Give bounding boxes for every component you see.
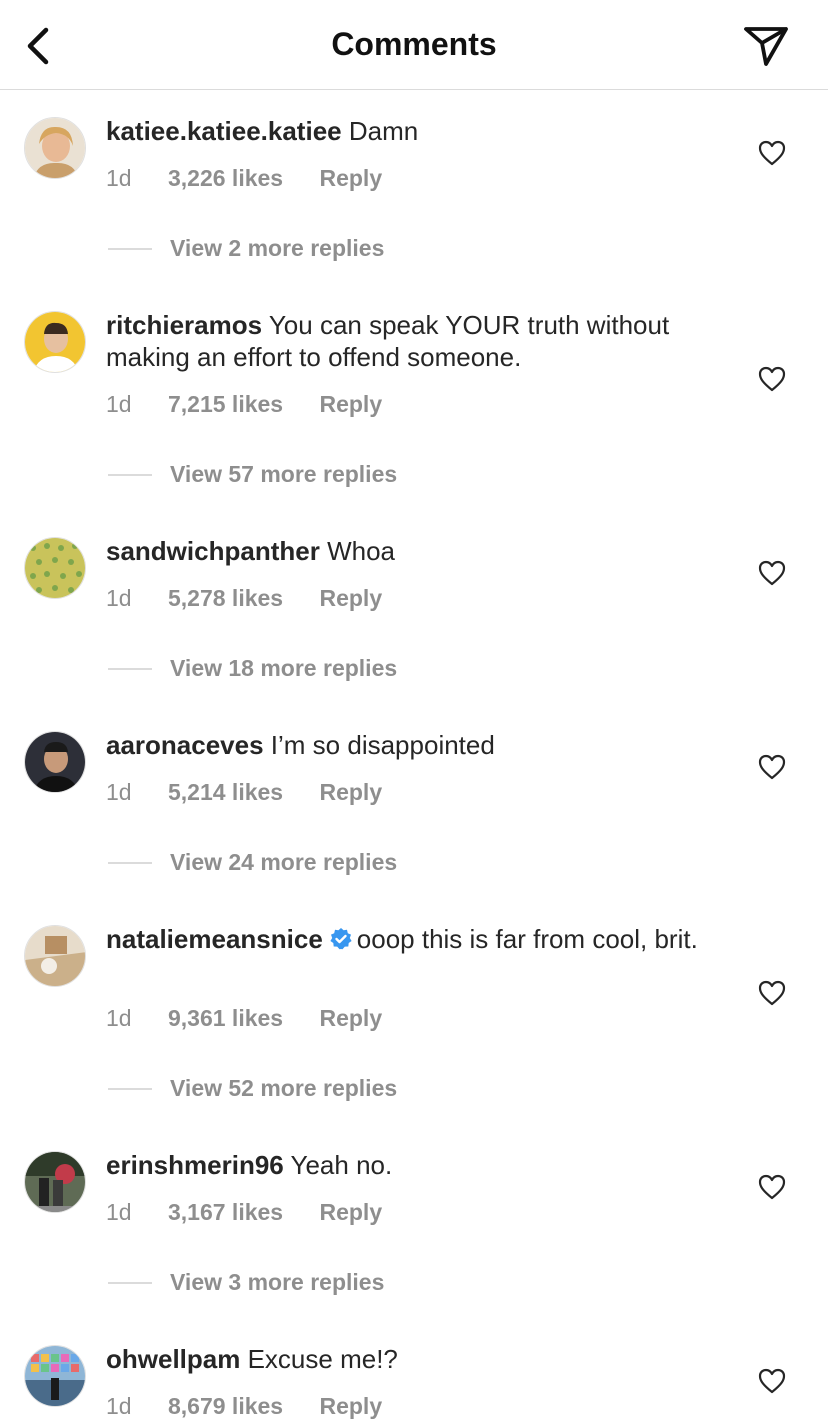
comment-text-block: ohwellpam Excuse me!? — [106, 1343, 726, 1375]
view-replies-label: View 2 more replies — [170, 235, 385, 261]
view-replies-label: View 52 more replies — [170, 1075, 398, 1101]
avatar[interactable] — [24, 311, 86, 373]
heart-icon[interactable] — [758, 980, 786, 1006]
comment-text: Excuse me!? — [247, 1344, 398, 1374]
avatar[interactable] — [24, 537, 86, 599]
comment-text: Whoa — [327, 536, 395, 566]
comment-meta: 1d 3,226 likes Reply — [106, 165, 412, 192]
comment-username[interactable]: aaronaceves — [106, 730, 264, 760]
comment-username[interactable]: katiee.katiee.katiee — [106, 116, 342, 146]
comment-username[interactable]: ritchieramos — [106, 310, 262, 340]
comment-text: Damn — [348, 116, 419, 146]
heart-icon[interactable] — [758, 366, 786, 392]
header-bar: Comments — [0, 0, 828, 90]
view-replies-button[interactable]: View 2 more replies — [108, 235, 384, 262]
heart-icon[interactable] — [758, 1174, 786, 1200]
reply-button[interactable]: Reply — [319, 1393, 382, 1419]
avatar[interactable] — [24, 117, 86, 179]
comment-time: 1d — [106, 1393, 132, 1419]
comment-meta: 1d 5,278 likes Reply — [106, 585, 412, 612]
avatar[interactable] — [24, 925, 86, 987]
comment-time: 1d — [106, 1005, 132, 1031]
reply-button[interactable]: Reply — [319, 1005, 382, 1031]
heart-icon[interactable] — [758, 1368, 786, 1394]
comment-text-block: ritchieramos You can speak YOUR truth wi… — [106, 309, 726, 373]
avatar[interactable] — [24, 1151, 86, 1213]
divider-line — [108, 861, 152, 864]
reply-button[interactable]: Reply — [319, 585, 382, 611]
comment-likes[interactable]: 3,226 likes — [168, 165, 283, 191]
view-replies-button[interactable]: View 57 more replies — [108, 461, 397, 488]
view-replies-label: View 3 more replies — [170, 1269, 385, 1295]
comment-meta: 1d 8,679 likes Reply — [106, 1393, 412, 1420]
divider-line — [108, 667, 152, 670]
comment-time: 1d — [106, 585, 132, 611]
reply-button[interactable]: Reply — [319, 165, 382, 191]
divider-line — [108, 473, 152, 476]
comment-time: 1d — [106, 1199, 132, 1225]
view-replies-button[interactable]: View 3 more replies — [108, 1269, 384, 1296]
avatar[interactable] — [24, 731, 86, 793]
divider-line — [108, 1281, 152, 1284]
comment-text-block: aaronaceves I’m so disappointed — [106, 729, 726, 761]
comment-username[interactable]: sandwichpanther — [106, 536, 320, 566]
heart-icon[interactable] — [758, 560, 786, 586]
view-replies-button[interactable]: View 24 more replies — [108, 849, 397, 876]
divider-line — [108, 1087, 152, 1090]
divider-line — [108, 247, 152, 250]
page-title: Comments — [331, 26, 497, 62]
comment-text-block: katiee.katiee.katiee Damn — [106, 115, 726, 147]
comment-username[interactable]: ohwellpam — [106, 1344, 240, 1374]
comment-meta: 1d 3,167 likes Reply — [106, 1199, 412, 1226]
comment-meta: 1d 7,215 likes Reply — [106, 391, 412, 418]
reply-button[interactable]: Reply — [319, 779, 382, 805]
comment-text: I’m so disappointed — [270, 730, 495, 760]
comment-text: Yeah no. — [290, 1150, 393, 1180]
view-replies-label: View 24 more replies — [170, 849, 398, 875]
comment-text-block: sandwichpanther Whoa — [106, 535, 726, 567]
verified-badge-icon — [330, 928, 352, 950]
heart-icon[interactable] — [758, 140, 786, 166]
comment-time: 1d — [106, 779, 132, 805]
reply-button[interactable]: Reply — [319, 1199, 382, 1225]
reply-button[interactable]: Reply — [319, 391, 382, 417]
comment-meta: 1d 5,214 likes Reply — [106, 779, 412, 806]
view-replies-button[interactable]: View 52 more replies — [108, 1075, 397, 1102]
comment-likes[interactable]: 3,167 likes — [168, 1199, 283, 1225]
comment-likes[interactable]: 5,278 likes — [168, 585, 283, 611]
comment-likes[interactable]: 8,679 likes — [168, 1393, 283, 1419]
comment-meta: 1d 9,361 likes Reply — [106, 1005, 412, 1032]
comment-time: 1d — [106, 391, 132, 417]
comment-text: ooop this is far from cool, brit. — [356, 924, 698, 954]
comment-text-block: erinshmerin96 Yeah no. — [106, 1149, 726, 1181]
send-icon[interactable] — [742, 24, 790, 68]
avatar[interactable] — [24, 1345, 86, 1407]
view-replies-button[interactable]: View 18 more replies — [108, 655, 397, 682]
view-replies-label: View 57 more replies — [170, 461, 398, 487]
comment-username[interactable]: nataliemeansnice — [106, 924, 323, 954]
comment-likes[interactable]: 5,214 likes — [168, 779, 283, 805]
comment-likes[interactable]: 9,361 likes — [168, 1005, 283, 1031]
comment-time: 1d — [106, 165, 132, 191]
comment-text-block: nataliemeansnice ooop this is far from co… — [106, 923, 726, 955]
comment-username[interactable]: erinshmerin96 — [106, 1150, 284, 1180]
comment-likes[interactable]: 7,215 likes — [168, 391, 283, 417]
heart-icon[interactable] — [758, 754, 786, 780]
view-replies-label: View 18 more replies — [170, 655, 398, 681]
